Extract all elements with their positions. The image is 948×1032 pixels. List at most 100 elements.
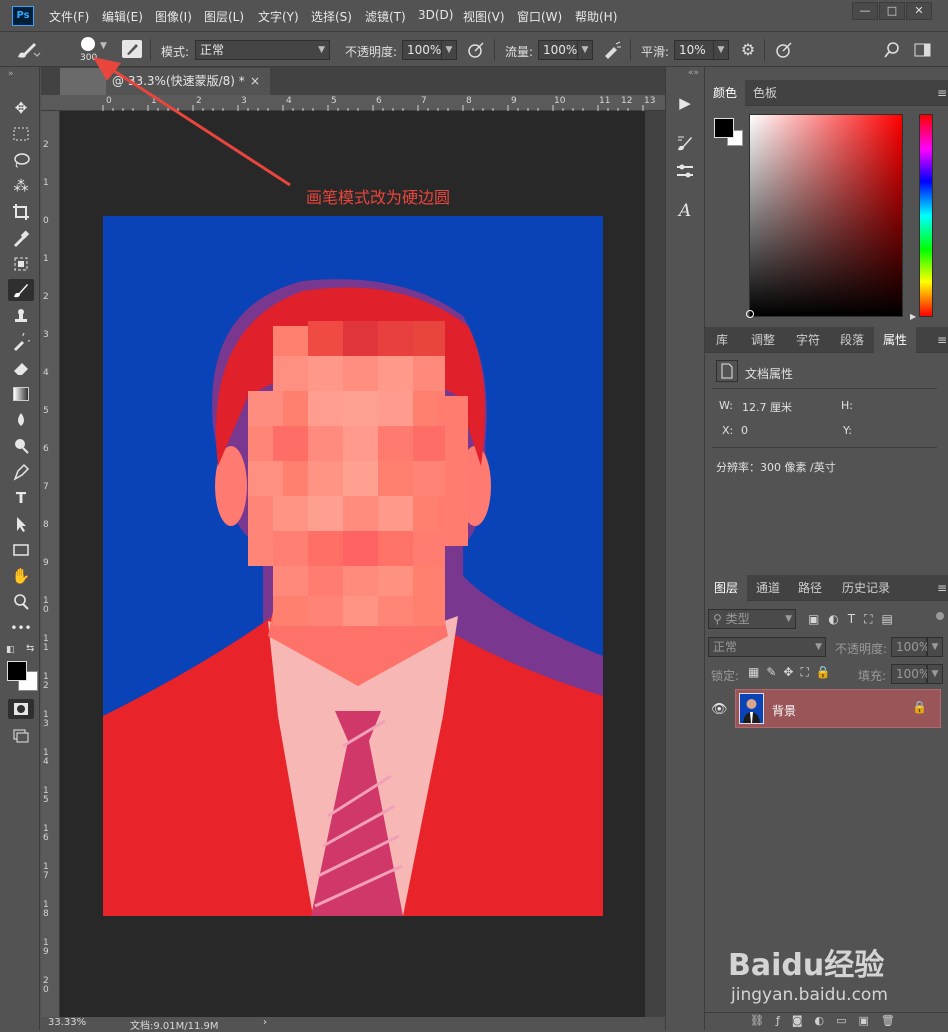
tab-properties[interactable]: 属性 bbox=[874, 327, 916, 353]
layer-opacity-input[interactable]: 100% bbox=[891, 637, 930, 657]
pen-tool-icon[interactable] bbox=[8, 461, 34, 483]
panel-menu-icon[interactable]: ≡ bbox=[937, 581, 947, 595]
menu-view[interactable]: 视图(V) bbox=[463, 8, 505, 25]
layer-filter-icons[interactable]: ▣◐T⛶▤ bbox=[808, 612, 938, 628]
pressure-size-icon[interactable] bbox=[774, 41, 794, 59]
hue-slider-handle[interactable]: ▶ bbox=[910, 312, 916, 321]
path-selection-tool-icon[interactable] bbox=[8, 513, 34, 535]
menu-image[interactable]: 图像(I) bbox=[155, 8, 192, 25]
hue-slider[interactable] bbox=[919, 114, 933, 317]
minimize-button[interactable]: — bbox=[852, 2, 878, 20]
tab-layers[interactable]: 图层 bbox=[705, 575, 747, 601]
zoom-level[interactable]: 33.33% bbox=[48, 1017, 86, 1028]
fill-input[interactable]: 100% bbox=[891, 664, 930, 684]
healing-brush-tool-icon[interactable] bbox=[8, 253, 34, 275]
dodge-tool-icon[interactable] bbox=[8, 435, 34, 457]
glyphs-icon[interactable]: A bbox=[674, 200, 696, 222]
tab-paths[interactable]: 路径 bbox=[789, 575, 831, 601]
foreground-color-swatch[interactable] bbox=[7, 661, 27, 681]
lasso-tool-icon[interactable] bbox=[8, 149, 34, 171]
smoothing-input[interactable]: 10% bbox=[674, 40, 714, 60]
tab-adjustments[interactable]: 调整 bbox=[742, 327, 784, 353]
pressure-opacity-icon[interactable] bbox=[466, 41, 486, 59]
color-picker-cursor[interactable] bbox=[746, 310, 754, 318]
airbrush-icon[interactable] bbox=[602, 41, 622, 59]
blur-tool-icon[interactable] bbox=[8, 409, 34, 431]
screen-mode-icon[interactable] bbox=[8, 725, 34, 747]
collapse-icon[interactable]: » bbox=[8, 69, 14, 79]
magic-wand-tool-icon[interactable]: ⁂ bbox=[8, 175, 34, 197]
flow-dropdown[interactable]: ▼ bbox=[577, 40, 593, 60]
quick-mask-icon[interactable] bbox=[8, 699, 34, 719]
opacity-dropdown[interactable]: ▼ bbox=[441, 40, 457, 60]
menu-3d[interactable]: 3D(D) bbox=[418, 8, 453, 22]
workspace-icon[interactable] bbox=[913, 41, 933, 59]
filter-toggle-icon[interactable] bbox=[936, 612, 944, 620]
brush-tool-icon[interactable] bbox=[8, 279, 34, 301]
move-tool-icon[interactable]: ✥ bbox=[8, 97, 34, 119]
ruler-top-label: 13 bbox=[644, 96, 656, 106]
ruler-left-label: 1 1 bbox=[43, 634, 49, 653]
vertical-scrollbar[interactable] bbox=[645, 111, 665, 1020]
tab-swatches[interactable]: 色板 bbox=[745, 80, 785, 106]
menu-layer[interactable]: 图层(L) bbox=[204, 8, 244, 25]
play-action-icon[interactable]: ▶ bbox=[674, 92, 696, 114]
tab-color[interactable]: 颜色 bbox=[705, 80, 745, 106]
smoothing-dropdown[interactable]: ▼ bbox=[713, 40, 729, 60]
color-picker-field[interactable] bbox=[749, 114, 903, 317]
maximize-button[interactable]: □ bbox=[879, 2, 905, 20]
adjust-icon[interactable] bbox=[674, 160, 696, 182]
status-menu-icon[interactable]: › bbox=[263, 1017, 267, 1028]
marquee-tool-icon[interactable] bbox=[8, 123, 34, 145]
gear-icon[interactable]: ⚙ bbox=[738, 40, 758, 60]
brush-settings-icon[interactable] bbox=[674, 132, 696, 154]
filter-search-icon: ⚲ bbox=[713, 612, 726, 626]
gradient-tool-icon[interactable] bbox=[8, 383, 34, 405]
search-icon[interactable] bbox=[884, 41, 904, 59]
blend-mode-select[interactable]: 正常 ▼ bbox=[708, 637, 826, 657]
brush-tool-preset-icon[interactable] bbox=[14, 39, 42, 61]
lock-icon: 🔒 bbox=[912, 700, 927, 714]
close-button[interactable]: ✕ bbox=[906, 2, 932, 20]
clone-stamp-tool-icon[interactable] bbox=[8, 305, 34, 327]
fg-color-chip[interactable] bbox=[714, 118, 734, 138]
ruler-left-label: 1 5 bbox=[43, 786, 49, 805]
tab-channels[interactable]: 通道 bbox=[747, 575, 789, 601]
document-icon bbox=[716, 360, 738, 382]
tab-history[interactable]: 历史记录 bbox=[833, 575, 899, 601]
menu-filter[interactable]: 滤镜(T) bbox=[365, 8, 406, 25]
lock-icons[interactable]: ▦✎✥⛶🔒 bbox=[748, 665, 853, 681]
layer-row-background[interactable]: 背景 🔒 bbox=[735, 689, 941, 728]
layer-kind-filter[interactable]: ⚲ 类型 ▼ bbox=[708, 609, 796, 629]
collapse-panels-icon[interactable]: «» bbox=[688, 68, 699, 78]
opacity-input[interactable]: 100% bbox=[402, 40, 442, 60]
tab-libraries[interactable]: 库 bbox=[705, 327, 739, 353]
panel-menu-icon[interactable]: ≡ bbox=[937, 86, 947, 100]
fill-dropdown[interactable]: ▼ bbox=[927, 664, 943, 684]
layer-actions-icons[interactable]: ⛓ƒ◙◐▭▣🗑 bbox=[750, 1014, 945, 1030]
zoom-tool-icon[interactable] bbox=[8, 591, 34, 613]
menu-window[interactable]: 窗口(W) bbox=[517, 8, 562, 25]
rectangle-tool-icon[interactable] bbox=[8, 539, 34, 561]
history-brush-tool-icon[interactable] bbox=[8, 330, 34, 353]
more-tools-icon[interactable]: ••• bbox=[8, 617, 34, 639]
menu-edit[interactable]: 编辑(E) bbox=[102, 8, 143, 25]
type-tool-icon[interactable]: T bbox=[8, 487, 34, 509]
swap-colors-icon[interactable]: ⇆ bbox=[26, 643, 34, 654]
document-photo[interactable] bbox=[103, 216, 603, 916]
menu-help[interactable]: 帮助(H) bbox=[575, 8, 617, 25]
tab-character[interactable]: 字符 bbox=[787, 327, 829, 353]
eraser-tool-icon[interactable] bbox=[8, 357, 34, 379]
menu-file[interactable]: 文件(F) bbox=[49, 8, 89, 25]
hand-tool-icon[interactable]: ✋ bbox=[8, 565, 34, 587]
eyedropper-tool-icon[interactable] bbox=[8, 227, 34, 249]
visibility-eye-icon[interactable]: 👁 bbox=[711, 702, 728, 717]
menu-type[interactable]: 文字(Y) bbox=[258, 8, 299, 25]
default-colors-icon[interactable]: ◧ bbox=[6, 645, 15, 655]
tab-paragraph[interactable]: 段落 bbox=[831, 327, 873, 353]
panel-menu-icon[interactable]: ≡ bbox=[937, 333, 947, 347]
layer-opacity-dropdown[interactable]: ▼ bbox=[927, 637, 943, 657]
flow-input[interactable]: 100% bbox=[538, 40, 578, 60]
menu-select[interactable]: 选择(S) bbox=[311, 8, 352, 25]
crop-tool-icon[interactable] bbox=[8, 201, 34, 223]
